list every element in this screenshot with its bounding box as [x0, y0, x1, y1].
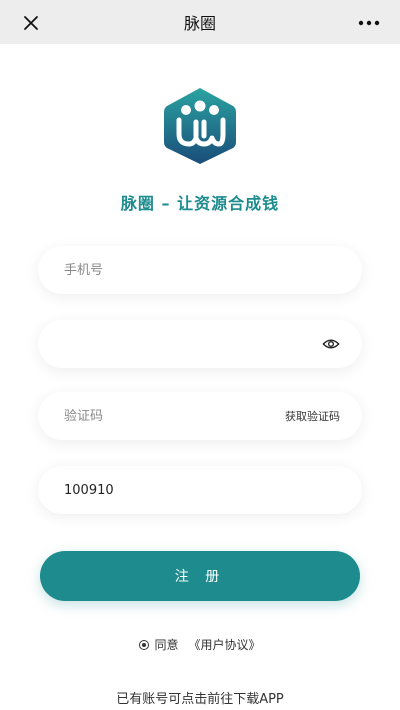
verification-code-input[interactable]	[64, 408, 285, 424]
password-field[interactable]	[38, 320, 362, 368]
page-title: 脉圈	[183, 14, 216, 33]
close-button[interactable]	[18, 10, 44, 36]
eye-icon[interactable]	[322, 335, 340, 353]
app-slogan: 脉圈 – 让资源合成钱	[120, 194, 280, 213]
app-logo	[164, 88, 236, 164]
top-bar: 脉圈	[0, 0, 400, 44]
agree-label[interactable]: 同意	[154, 636, 178, 653]
agreement-row: 同意 《用户协议》	[0, 636, 400, 653]
phone-input[interactable]	[64, 262, 340, 278]
close-icon	[24, 16, 38, 30]
more-button[interactable]	[352, 10, 386, 36]
invite-code-field[interactable]	[38, 466, 362, 514]
password-input[interactable]	[64, 336, 322, 352]
more-icon	[358, 20, 380, 26]
radio-icon[interactable]	[139, 639, 150, 650]
download-app-link[interactable]: 已有账号可点击前往下载APP	[0, 688, 400, 707]
invite-code-input[interactable]	[64, 482, 340, 498]
register-button[interactable]: 注 册	[40, 551, 360, 601]
user-agreement-link[interactable]: 《用户协议》	[189, 636, 261, 653]
phone-field[interactable]	[38, 246, 362, 294]
get-code-button[interactable]: 获取验证码	[285, 408, 340, 424]
verification-code-field[interactable]: 获取验证码	[38, 392, 362, 440]
